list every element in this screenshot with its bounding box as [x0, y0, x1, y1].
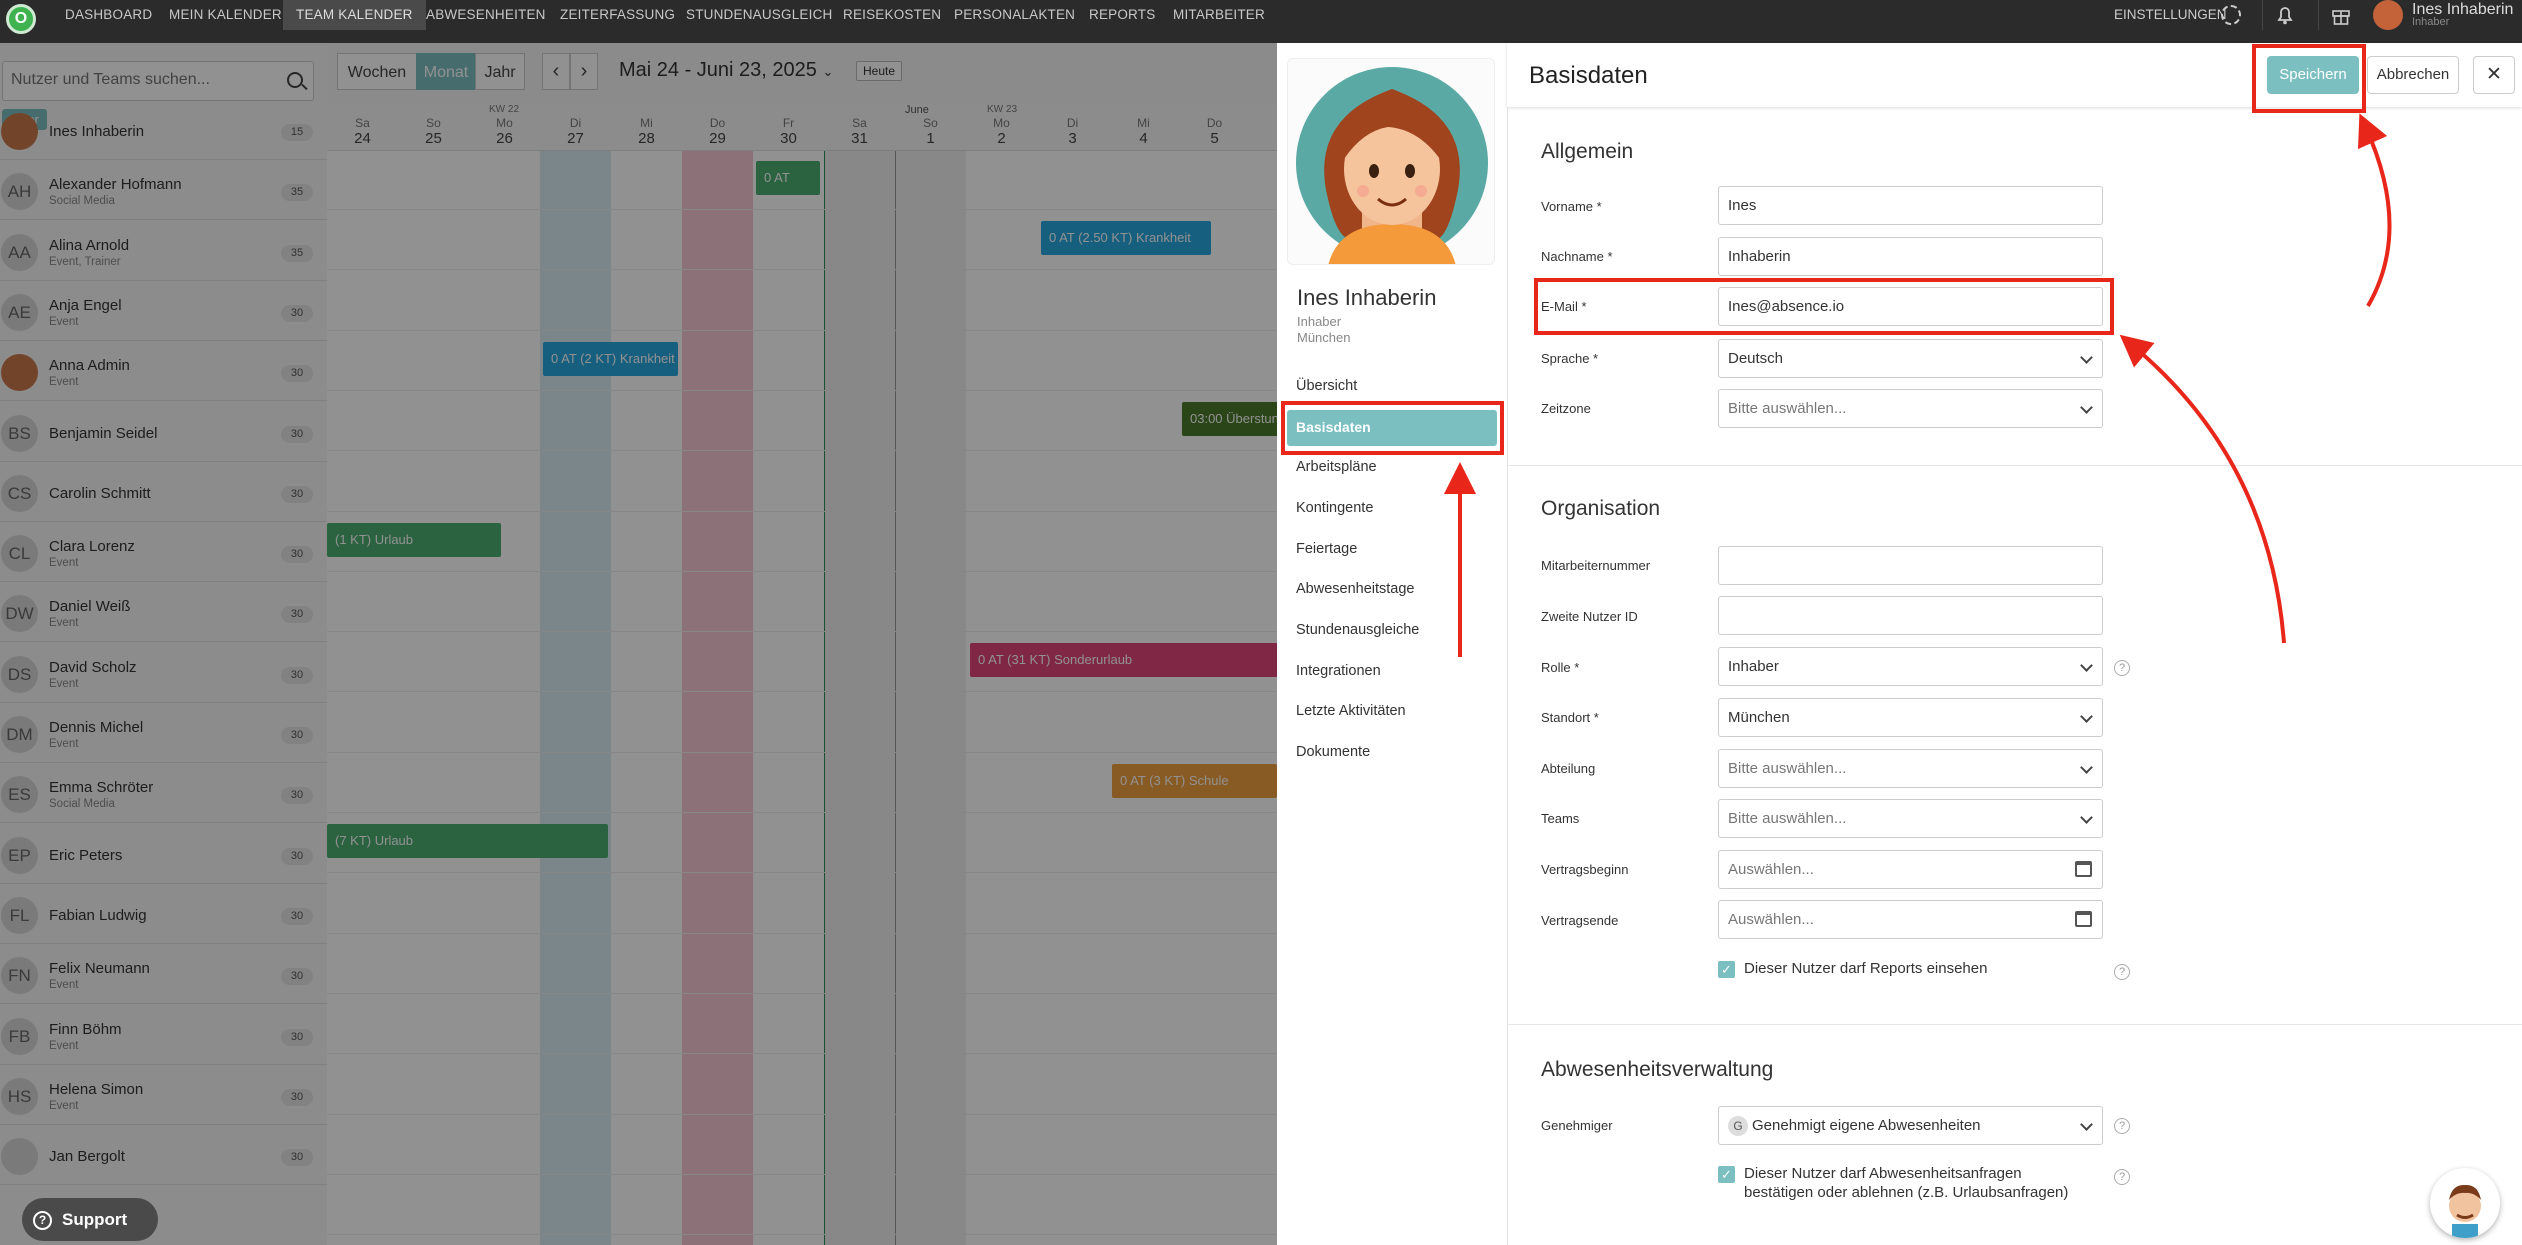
- annotation-arrows: [1444, 113, 2392, 657]
- arrow-to-email: [2119, 334, 2286, 644]
- help-circle-icon: ?: [33, 1211, 52, 1230]
- chat-widget-avatar[interactable]: [2430, 1168, 2500, 1238]
- arrow-to-save: [2357, 113, 2392, 308]
